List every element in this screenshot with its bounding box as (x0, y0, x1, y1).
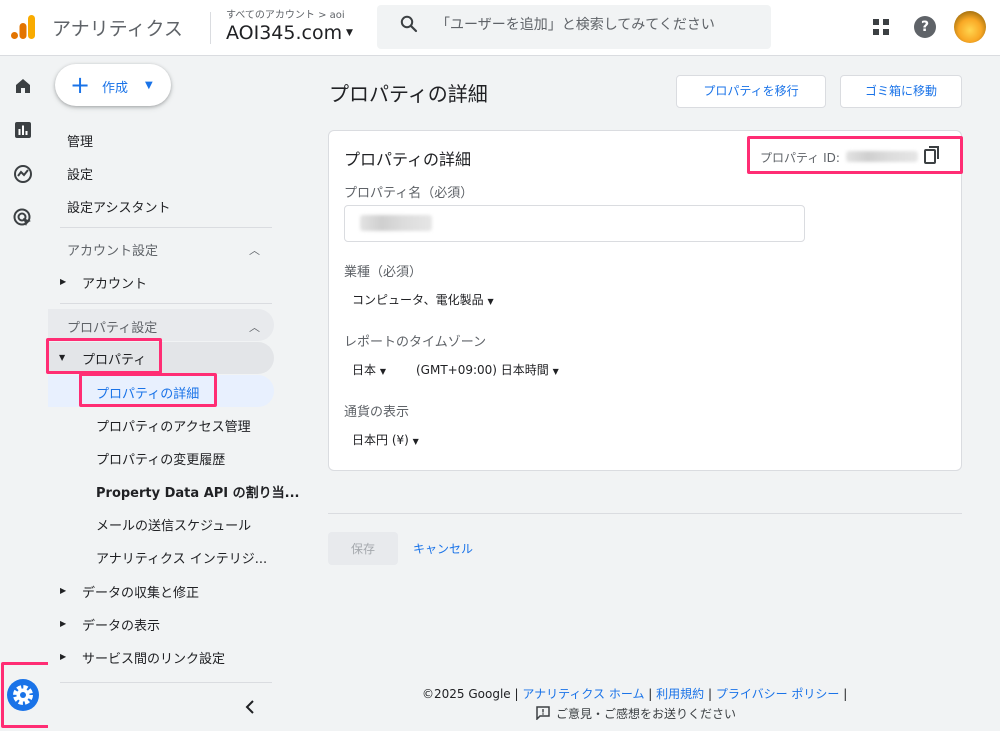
actions-divider (328, 513, 962, 514)
property-name-redacted (360, 215, 432, 231)
timezone-value: (GMT+09:00) 日本時間 (416, 363, 549, 377)
left-rail (0, 57, 48, 731)
move-property-button[interactable]: プロパティを移行 (676, 75, 826, 108)
currency-dropdown[interactable]: 日本円 (¥) ▼ (352, 431, 419, 448)
account-selector[interactable]: AOI345.com (226, 22, 342, 44)
page-title: プロパティの詳細 (329, 82, 488, 106)
expand-arrow-icon[interactable]: ▶ (60, 619, 66, 628)
caret-down-icon: ▼ (379, 367, 386, 376)
industry-value: コンピュータ、電化製品 (352, 293, 484, 307)
settings-highlight-box (1, 662, 51, 728)
collapse-sidebar-icon[interactable] (243, 699, 257, 715)
search-icon (400, 15, 418, 33)
footer-links: ©2025 Google | アナリティクス ホーム | 利用規約 | プライバ… (422, 687, 848, 701)
timezone-country-value: 日本 (352, 363, 377, 377)
industry-label: 業種（必須） (344, 265, 423, 280)
footer-link-analytics-home[interactable]: アナリティクス ホーム (522, 687, 644, 701)
caret-down-icon: ▼ (552, 367, 559, 376)
header-divider (210, 12, 211, 44)
footer-link-terms[interactable]: 利用規約 (656, 687, 704, 701)
sidebar-item-setup-assistant[interactable]: 設定アシスタント (67, 197, 170, 216)
sidebar-item-change-history[interactable]: プロパティの変更履歴 (96, 449, 225, 468)
app-title: アナリティクス (52, 18, 183, 40)
chevron-up-icon[interactable]: ︿ (249, 319, 260, 335)
caret-down-icon: ▼ (145, 80, 153, 91)
sidebar-divider (60, 682, 272, 683)
analytics-logo-icon[interactable] (10, 13, 38, 41)
sidebar-item-settings[interactable]: 設定 (67, 164, 93, 183)
sidebar-item-email-schedule[interactable]: メールの送信スケジュール (96, 515, 251, 534)
caret-down-icon: ▼ (487, 297, 494, 306)
help-icon[interactable]: ? (914, 16, 936, 38)
plus-icon: + (70, 71, 91, 99)
expand-arrow-icon[interactable]: ▶ (60, 652, 66, 661)
reports-icon[interactable] (12, 119, 34, 141)
industry-dropdown[interactable]: コンピュータ、電化製品 ▼ (352, 291, 494, 308)
footer-link-privacy[interactable]: プライバシー ポリシー (716, 687, 840, 701)
create-label: 作成 (102, 81, 129, 96)
sidebar-item-data-collection[interactable]: データの収集と修正 (82, 582, 199, 601)
account-settings-header[interactable]: アカウント設定 (67, 240, 158, 259)
caret-down-icon: ▼ (412, 437, 419, 446)
sidebar-item-data-api[interactable]: Property Data API の割り当... (96, 482, 299, 501)
feedback-link[interactable]: ご意見・ご感想をお送りください (556, 705, 736, 722)
timezone-dropdown[interactable]: (GMT+09:00) 日本時間 ▼ (416, 361, 559, 378)
property-id-highlight-box (747, 136, 963, 174)
sidebar-item-intelligence[interactable]: アナリティクス インテリジ... (96, 548, 267, 567)
card-title: プロパティの詳細 (344, 150, 472, 169)
currency-label: 通貨の表示 (344, 405, 410, 420)
currency-value: 日本円 (¥) (352, 433, 409, 447)
explore-icon[interactable] (12, 163, 34, 185)
sidebar-item-access-management[interactable]: プロパティのアクセス管理 (96, 416, 251, 435)
timezone-country-dropdown[interactable]: 日本 ▼ (352, 361, 386, 378)
advertising-icon[interactable] (12, 207, 34, 229)
save-button[interactable]: 保存 (328, 532, 398, 565)
cancel-button[interactable]: キャンセル (413, 540, 473, 557)
home-icon[interactable] (12, 75, 34, 97)
chevron-up-icon[interactable]: ︿ (249, 242, 260, 258)
expand-arrow-icon[interactable]: ▶ (60, 277, 66, 286)
sidebar-item-data-display[interactable]: データの表示 (82, 615, 160, 634)
property-name-label: プロパティ名（必須） (344, 186, 474, 201)
timezone-label: レポートのタイムゾーン (344, 335, 487, 350)
account-caret-icon[interactable]: ▼ (346, 28, 353, 38)
sidebar-item-admin[interactable]: 管理 (67, 131, 93, 150)
property-settings-header[interactable]: プロパティ設定 (67, 317, 157, 336)
sidebar-divider (60, 227, 272, 228)
sidebar-item-product-links[interactable]: サービス間のリンク設定 (82, 648, 225, 667)
avatar[interactable] (954, 11, 986, 43)
expand-arrow-icon[interactable]: ▶ (60, 586, 66, 595)
sidebar-divider (60, 303, 272, 304)
property-highlight-box (46, 338, 162, 374)
search-input[interactable] (436, 14, 756, 36)
copyright-text: ©2025 Google (422, 687, 511, 701)
sidebar-item-account[interactable]: アカウント (82, 273, 147, 292)
property-details-highlight-box (79, 373, 217, 407)
feedback-icon[interactable] (536, 706, 550, 720)
apps-grid-icon[interactable] (872, 18, 890, 36)
account-breadcrumb[interactable]: すべてのアカウント > aoi (226, 6, 345, 21)
top-bar: アナリティクス すべてのアカウント > aoi AOI345.com ▼ ? (0, 0, 1000, 56)
move-to-trash-button[interactable]: ゴミ箱に移動 (840, 75, 962, 108)
